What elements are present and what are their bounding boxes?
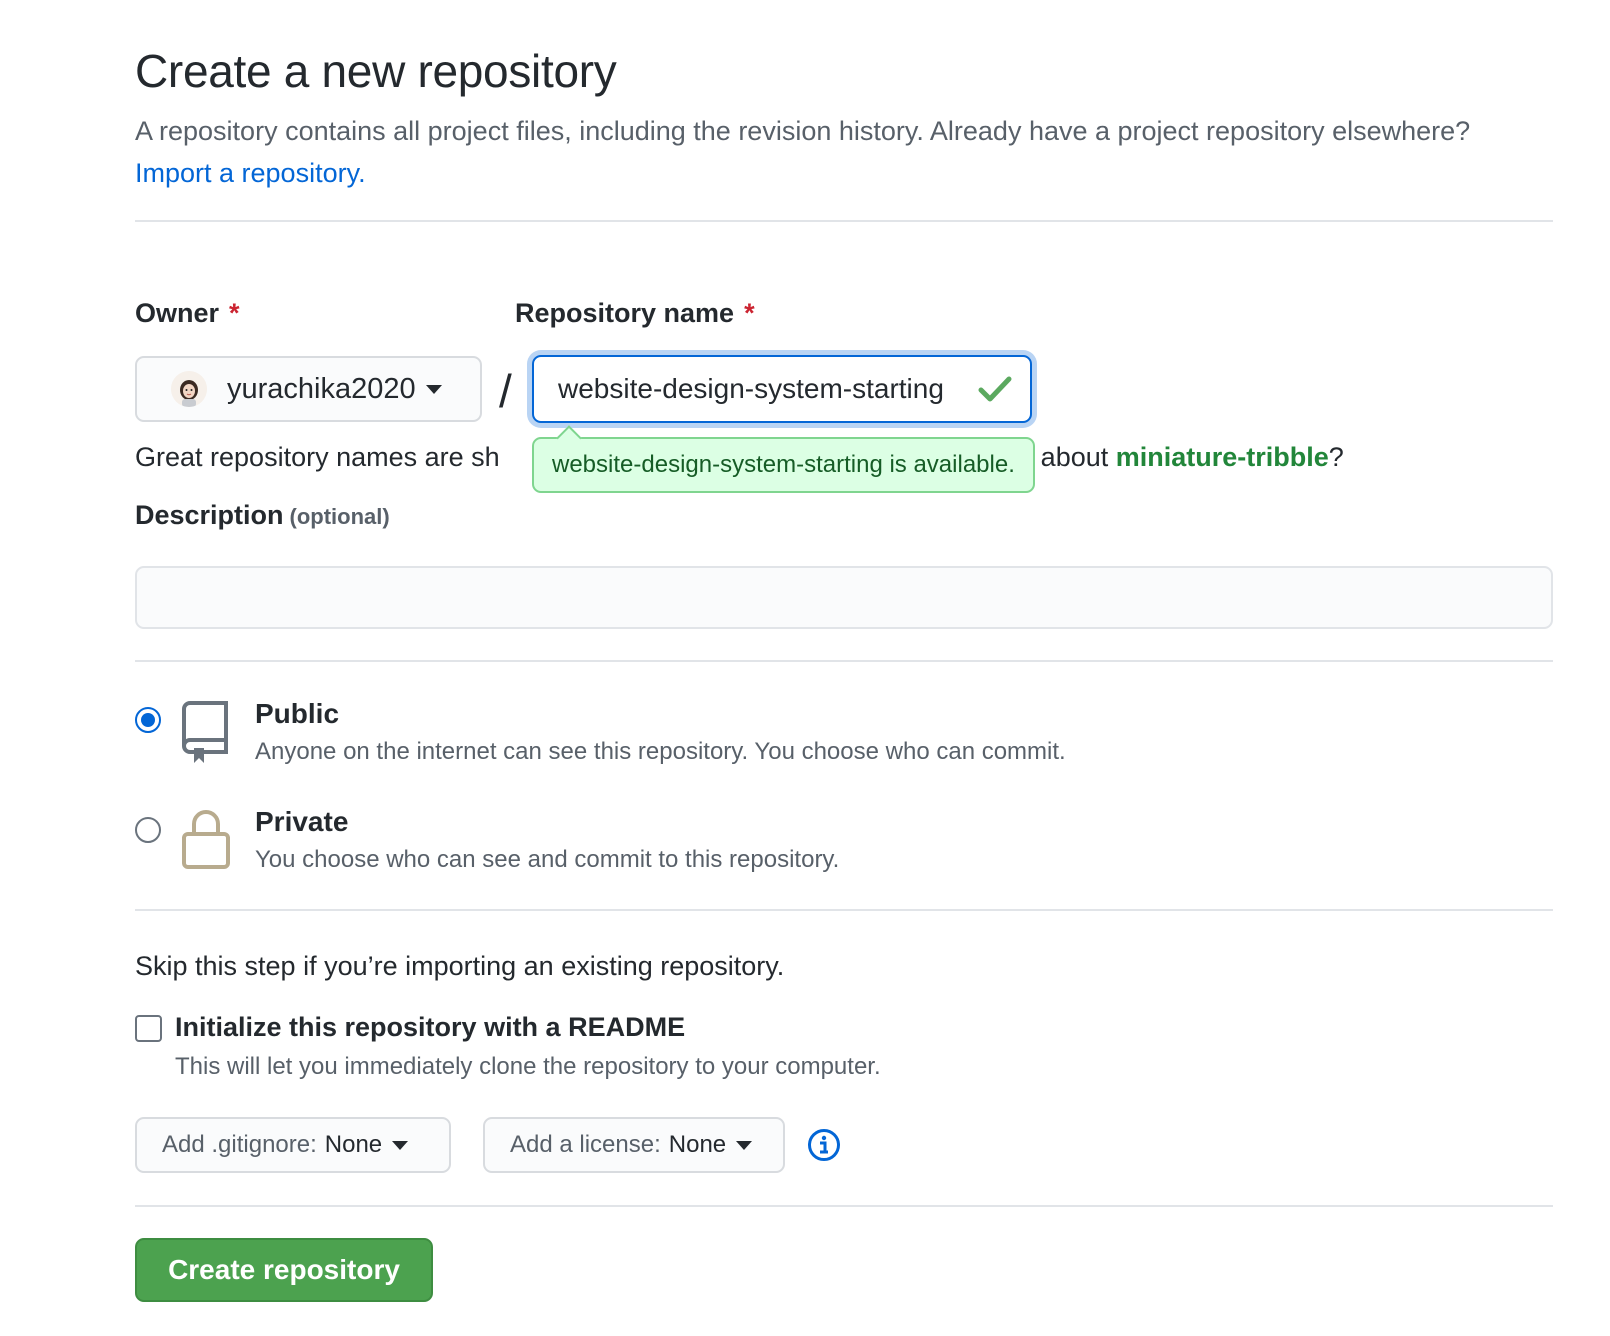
owner-label-text: Owner (135, 298, 220, 328)
lock-icon (182, 810, 230, 869)
readme-description: This will let you immediately clone the … (175, 1053, 881, 1080)
license-select-button[interactable]: Add a license: None (483, 1117, 785, 1173)
public-description: Anyone on the internet can see this repo… (255, 738, 1066, 765)
private-title: Private (255, 806, 349, 837)
avatar (171, 371, 207, 407)
create-repository-button[interactable]: Create repository (135, 1238, 433, 1302)
optional-note: (optional) (289, 504, 390, 529)
info-icon[interactable] (807, 1128, 841, 1162)
gitignore-label: Add .gitignore: (162, 1131, 317, 1158)
repository-name-label: Repository name * (515, 298, 755, 329)
skip-step-text: Skip this step if you’re importing an ex… (135, 951, 785, 981)
license-label: Add a license: (510, 1131, 661, 1158)
owner-label: Owner * (135, 298, 240, 329)
page-subtitle: A repository contains all project files,… (135, 110, 1553, 194)
suggested-name[interactable]: miniature-tribble (1116, 442, 1329, 472)
description-label: Description (optional) (135, 500, 390, 531)
avatar-image (171, 371, 207, 407)
required-mark: * (229, 298, 240, 328)
chevron-down-icon (425, 384, 442, 394)
gitignore-value: None (324, 1131, 383, 1158)
repository-name-input[interactable]: website-design-system-starting (532, 355, 1032, 423)
check-icon (978, 376, 1012, 402)
repository-name-label-text: Repository name (515, 298, 735, 328)
divider (135, 1205, 1553, 1207)
gitignore-select-button[interactable]: Add .gitignore: None (135, 1117, 451, 1173)
divider (135, 660, 1553, 662)
divider (135, 220, 1553, 222)
hint-end: ? (1328, 442, 1344, 472)
chevron-down-icon (392, 1140, 409, 1150)
private-radio[interactable] (135, 817, 161, 843)
description-label-text: Description (135, 500, 284, 530)
hint-suffix: about (1040, 442, 1109, 472)
owner-select-button[interactable]: yurachika2020 (135, 356, 482, 422)
import-repository-link[interactable]: Import a repository. (135, 158, 366, 188)
license-value: None (668, 1131, 727, 1158)
readme-label[interactable]: Initialize this repository with a README (175, 1012, 685, 1043)
chevron-down-icon (736, 1140, 753, 1150)
required-mark: * (744, 298, 755, 328)
public-radio[interactable] (135, 707, 161, 733)
availability-tooltip: website-design-system-starting is availa… (532, 437, 1035, 493)
page-title: Create a new repository (135, 45, 617, 97)
repo-icon (182, 701, 228, 763)
divider (135, 909, 1553, 911)
owner-repo-separator: / (499, 365, 512, 417)
private-description: You choose who can see and commit to thi… (255, 846, 840, 873)
readme-checkbox[interactable] (135, 1015, 162, 1042)
hint-prefix: Great repository names are sh (135, 442, 500, 472)
subtitle-text: A repository contains all project files,… (135, 116, 1471, 146)
repository-name-value[interactable]: website-design-system-starting (558, 373, 978, 405)
public-title: Public (255, 698, 340, 729)
description-input[interactable] (135, 566, 1553, 629)
owner-name: yurachika2020 (227, 372, 416, 405)
